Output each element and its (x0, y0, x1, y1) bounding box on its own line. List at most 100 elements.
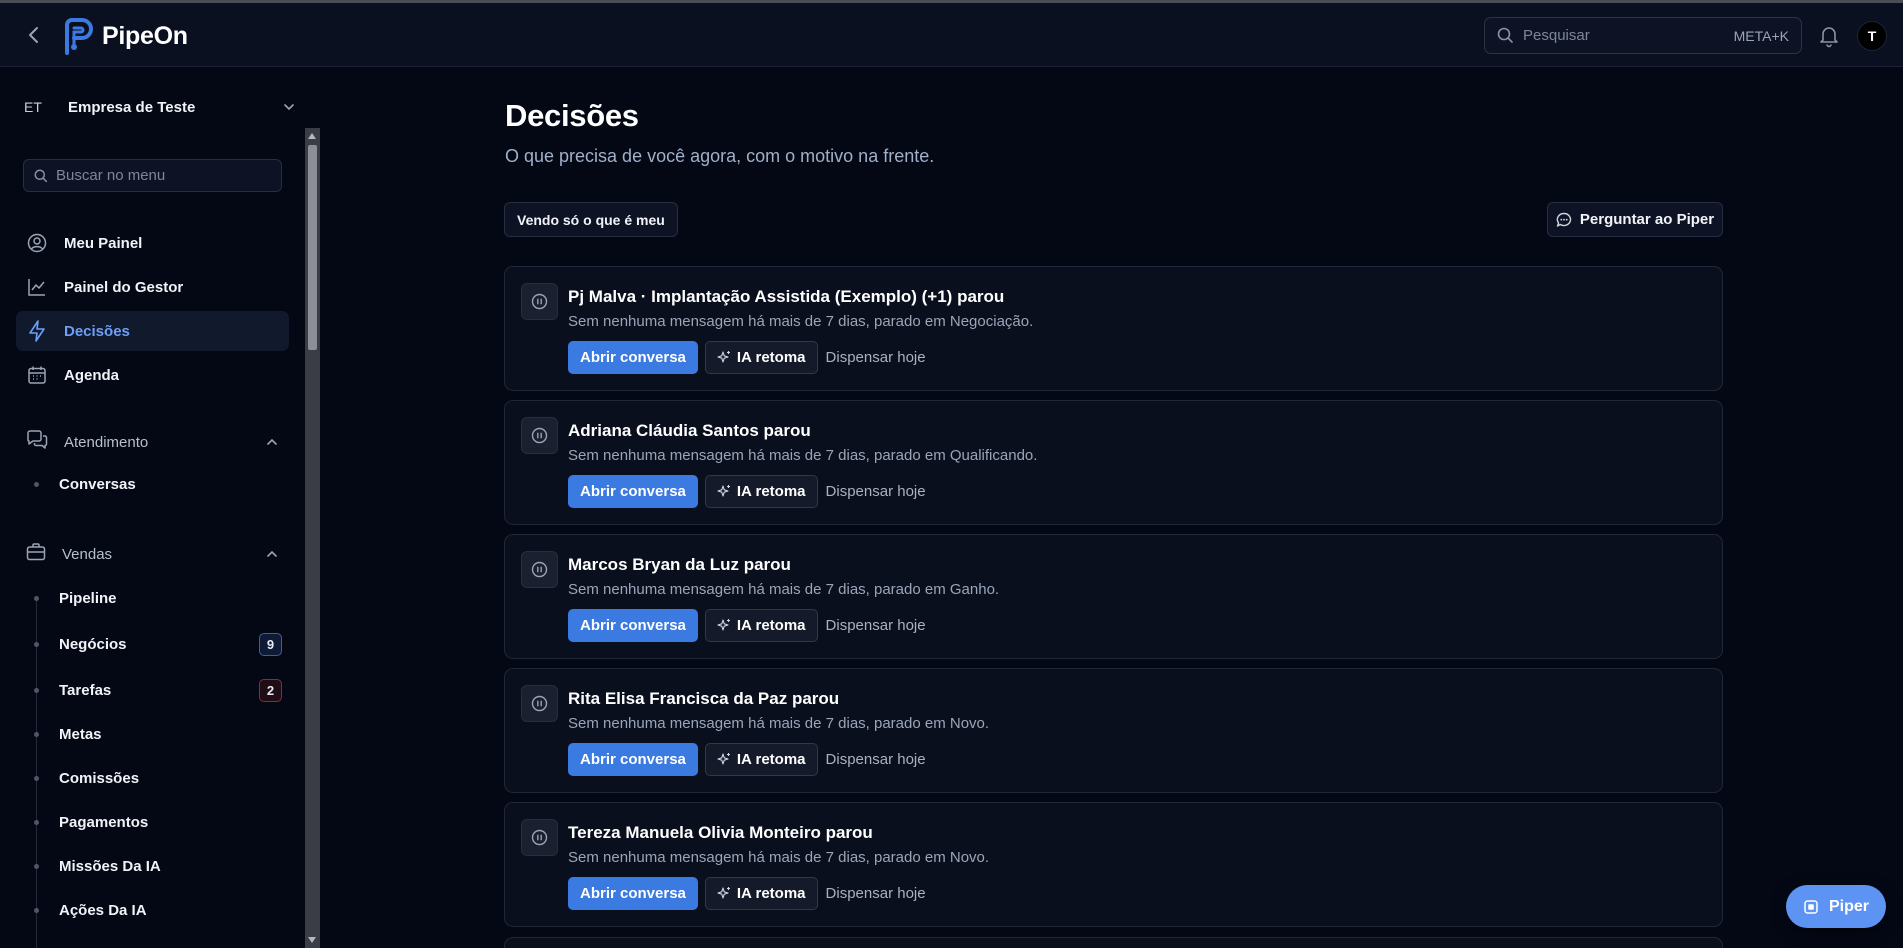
sidebar-item-painel-do-gestor[interactable]: Painel do Gestor (16, 267, 289, 307)
open-conversation-button[interactable]: Abrir conversa (568, 742, 698, 776)
sidebar-item-label: Painel do Gestor (64, 278, 184, 296)
briefcase-icon (26, 542, 46, 567)
dismiss-today-button[interactable]: Dispensar hoje (825, 751, 926, 768)
decision-description: Sem nenhuma mensagem há mais de 7 dias, … (568, 849, 990, 866)
sparkles-icon (717, 351, 730, 363)
open-conversation-button[interactable]: Abrir conversa (568, 474, 698, 508)
decision-title: Tereza Manuela Olivia Monteiro parou (568, 823, 873, 842)
decision-description: Sem nenhuma mensagem há mais de 7 dias, … (568, 313, 1034, 330)
sidebar-item-conversas[interactable]: Conversas (30, 466, 282, 502)
sidebar-item-label: Decisões (64, 322, 130, 340)
sidebar-item-label: Conversas (59, 475, 136, 493)
sidebar-item-meu-painel[interactable]: Meu Painel (16, 223, 289, 263)
piper-assistant-button[interactable]: Piper (1786, 885, 1886, 928)
user-circle-icon (26, 232, 48, 254)
ai-resume-button[interactable]: IA retoma (704, 608, 818, 642)
chevron-left-icon (29, 27, 38, 43)
section-label: Vendas (62, 545, 113, 563)
ai-resume-label: IA retoma (736, 482, 806, 500)
sparkles-icon (717, 753, 730, 765)
decision-actions: Abrir conversa IA retoma Dispensar hoje (568, 608, 926, 642)
global-search-input[interactable] (1523, 27, 1734, 44)
sidebar-item-pipeline[interactable]: Pipeline (30, 580, 282, 616)
decision-actions: Abrir conversa IA retoma Dispensar hoje (568, 742, 926, 776)
page-subtitle: O que precisa de você agora, com o motiv… (505, 146, 935, 166)
sidebar-item-tarefas[interactable]: Tarefas 2 (30, 672, 282, 708)
tree-dot (34, 731, 39, 737)
chevron-down-icon (284, 104, 294, 111)
open-conversation-button[interactable]: Abrir conversa (568, 608, 698, 642)
section-atendimento[interactable]: Atendimento (16, 424, 289, 460)
sidebar-item-comissoes[interactable]: Comissões (30, 760, 282, 796)
sidebar-item-agenda[interactable]: Agenda (16, 355, 289, 395)
main-content: Decisões O que precisa de você agora, co… (320, 68, 1903, 948)
ai-resume-button[interactable]: IA retoma (704, 474, 818, 508)
chart-line-icon (26, 276, 48, 298)
back-button[interactable] (24, 23, 44, 47)
sidebar: ET Empresa de Teste Meu Painel Painel do… (0, 68, 320, 948)
chevron-up-icon (267, 438, 277, 445)
chat-bubbles-icon (26, 429, 48, 455)
sidebar-item-label: Tarefas (59, 681, 112, 699)
decision-card: Rita Elisa Francisca da Paz parou Sem ne… (504, 668, 1723, 793)
app-logo[interactable]: PipeOn (62, 16, 188, 56)
sidebar-item-pagamentos[interactable]: Pagamentos (30, 804, 282, 840)
dismiss-today-button[interactable]: Dispensar hoje (825, 483, 926, 500)
ai-resume-button[interactable]: IA retoma (704, 742, 818, 776)
sidebar-item-missoes-da-ia[interactable]: Missões Da IA (30, 848, 282, 884)
open-conversation-button[interactable]: Abrir conversa (568, 876, 698, 910)
app-name: PipeOn (102, 21, 188, 50)
decision-description: Sem nenhuma mensagem há mais de 7 dias, … (568, 715, 990, 732)
piper-label: Piper (1828, 897, 1869, 915)
ai-resume-label: IA retoma (736, 750, 806, 768)
user-avatar[interactable]: T (1857, 21, 1887, 51)
sidebar-item-label: Meu Painel (64, 234, 143, 252)
filter-mine-button[interactable]: Vendo só o que é meu (504, 202, 678, 237)
pause-icon (521, 819, 558, 856)
company-name: Empresa de Teste (68, 98, 196, 116)
search-shortcut-hint: META+K (1733, 27, 1789, 44)
sidebar-item-decisoes[interactable]: Decisões (16, 311, 289, 351)
pause-icon (521, 685, 558, 722)
dismiss-today-button[interactable]: Dispensar hoje (825, 349, 926, 366)
notifications-button[interactable] (1818, 24, 1840, 48)
sidebar-item-negocios[interactable]: Negócios 9 (30, 626, 282, 662)
calendar-icon (26, 364, 48, 386)
section-vendas[interactable]: Vendas (16, 536, 289, 572)
decision-card-partial (504, 937, 1723, 948)
decision-title: Marcos Bryan da Luz parou (568, 555, 791, 574)
decision-actions: Abrir conversa IA retoma Dispensar hoje (568, 474, 926, 508)
ask-piper-button[interactable]: Perguntar ao Piper (1547, 202, 1723, 237)
menu-search-input[interactable] (56, 167, 256, 184)
tree-dot (34, 481, 39, 487)
tree-dot (34, 907, 39, 913)
open-conversation-button[interactable]: Abrir conversa (568, 340, 698, 374)
dismiss-today-button[interactable]: Dispensar hoje (825, 617, 926, 634)
scroll-up-arrow-icon[interactable] (308, 133, 316, 139)
sidebar-item-label: Metas (59, 725, 102, 743)
search-icon (34, 168, 48, 182)
sidebar-item-label: Agenda (64, 366, 120, 384)
decision-title: Pj Malva · Implantação Assistida (Exempl… (568, 287, 1005, 306)
global-search[interactable]: META+K (1484, 17, 1802, 54)
sparkles-icon (717, 619, 730, 631)
search-icon (1497, 27, 1513, 43)
section-label: Atendimento (64, 433, 149, 451)
page-title: Decisões (505, 98, 639, 133)
ai-resume-button[interactable]: IA retoma (704, 876, 818, 910)
company-abbr: ET (24, 99, 42, 115)
scroll-down-arrow-icon[interactable] (308, 937, 316, 943)
dismiss-today-button[interactable]: Dispensar hoje (825, 885, 926, 902)
tree-dot (34, 641, 39, 647)
sidebar-item-acoes-da-ia[interactable]: Ações Da IA (30, 892, 282, 928)
menu-search[interactable] (23, 159, 282, 192)
ai-resume-button[interactable]: IA retoma (704, 340, 818, 374)
sidebar-item-metas[interactable]: Metas (30, 716, 282, 752)
decision-card: Adriana Cláudia Santos parou Sem nenhuma… (504, 400, 1723, 525)
pause-icon (521, 283, 558, 320)
chevron-up-icon (267, 550, 277, 557)
sidebar-scrollbar[interactable] (305, 128, 320, 948)
company-switcher[interactable]: ET Empresa de Teste (24, 92, 296, 122)
sparkles-icon (717, 887, 730, 899)
scrollbar-thumb[interactable] (308, 145, 317, 350)
